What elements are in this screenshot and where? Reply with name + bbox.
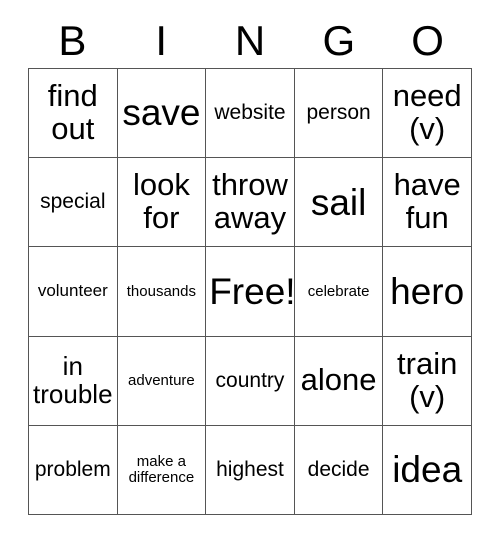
bingo-cell-label: train (v) [397, 345, 458, 414]
bingo-cell-label: special [40, 190, 106, 214]
bingo-cell-o2[interactable]: have fun [383, 158, 472, 248]
bingo-cell-label: in trouble [33, 351, 113, 409]
bingo-cell-label: throw away [212, 167, 288, 236]
bingo-cell-label: idea [392, 449, 463, 491]
bingo-cell-o5[interactable]: idea [383, 425, 472, 515]
bingo-cell-i3[interactable]: thousands [117, 247, 207, 337]
bingo-cell-g4[interactable]: alone [294, 336, 384, 426]
bingo-cell-o4[interactable]: train (v) [383, 336, 472, 426]
bingo-cell-label: country [215, 368, 285, 392]
bingo-header-letter-g: G [322, 17, 356, 64]
bingo-cell-g5[interactable]: decide [294, 425, 384, 515]
bingo-cell-b4[interactable]: in trouble [29, 336, 118, 426]
bingo-cell-label: decide [307, 457, 370, 481]
bingo-cell-label: make a difference [128, 453, 195, 486]
bingo-cell-label: person [306, 100, 371, 124]
bingo-cell-i2[interactable]: look for [117, 158, 207, 248]
bingo-cell-label: highest [216, 457, 284, 481]
bingo-cell-n2[interactable]: throw away [206, 158, 295, 248]
bingo-header-letter-o: O [411, 17, 444, 64]
bingo-cell-n4[interactable]: country [206, 336, 295, 426]
bingo-cell-free-space[interactable]: Free! [206, 247, 295, 337]
bingo-free-space-label: Free! [209, 270, 295, 312]
bingo-cell-n1[interactable]: website [206, 69, 295, 159]
bingo-cell-label: need (v) [392, 78, 462, 147]
bingo-cell-label: have fun [393, 167, 461, 236]
bingo-card: B I N G O find out save website person n… [0, 0, 500, 544]
bingo-grid: find out save website person need (v) sp… [28, 68, 472, 515]
bingo-header-letter-i: I [155, 17, 168, 64]
bingo-cell-label: save [122, 92, 201, 134]
bingo-cell-label: find out [47, 78, 98, 147]
bingo-header-row: B I N G O [28, 14, 472, 68]
bingo-cell-n5[interactable]: highest [206, 425, 295, 515]
bingo-cell-g3[interactable]: celebrate [294, 247, 384, 337]
bingo-cell-b5[interactable]: problem [29, 425, 118, 515]
bingo-cell-o3[interactable]: hero [383, 247, 472, 337]
bingo-cell-i4[interactable]: adventure [117, 336, 207, 426]
bingo-cell-label: alone [300, 362, 377, 398]
bingo-cell-label: sail [310, 181, 367, 223]
bingo-header-letter-n: N [234, 17, 266, 64]
bingo-cell-b2[interactable]: special [29, 158, 118, 248]
bingo-cell-label: website [214, 100, 286, 124]
bingo-cell-b3[interactable]: volunteer [29, 247, 118, 337]
bingo-cell-g1[interactable]: person [294, 69, 384, 159]
bingo-cell-label: celebrate [307, 282, 370, 300]
bingo-cell-i1[interactable]: save [117, 69, 207, 159]
bingo-cell-label: thousands [126, 282, 196, 300]
bingo-cell-o1[interactable]: need (v) [383, 69, 472, 159]
bingo-cell-label: volunteer [37, 281, 108, 301]
bingo-cell-i5[interactable]: make a difference [117, 425, 207, 515]
bingo-cell-label: hero [390, 270, 465, 312]
bingo-cell-label: adventure [128, 371, 195, 389]
bingo-cell-b1[interactable]: find out [29, 69, 118, 159]
bingo-header-letter-b: B [58, 17, 87, 64]
bingo-cell-label: problem [34, 457, 111, 481]
bingo-cell-g2[interactable]: sail [294, 158, 384, 248]
bingo-cell-label: look for [132, 167, 190, 236]
